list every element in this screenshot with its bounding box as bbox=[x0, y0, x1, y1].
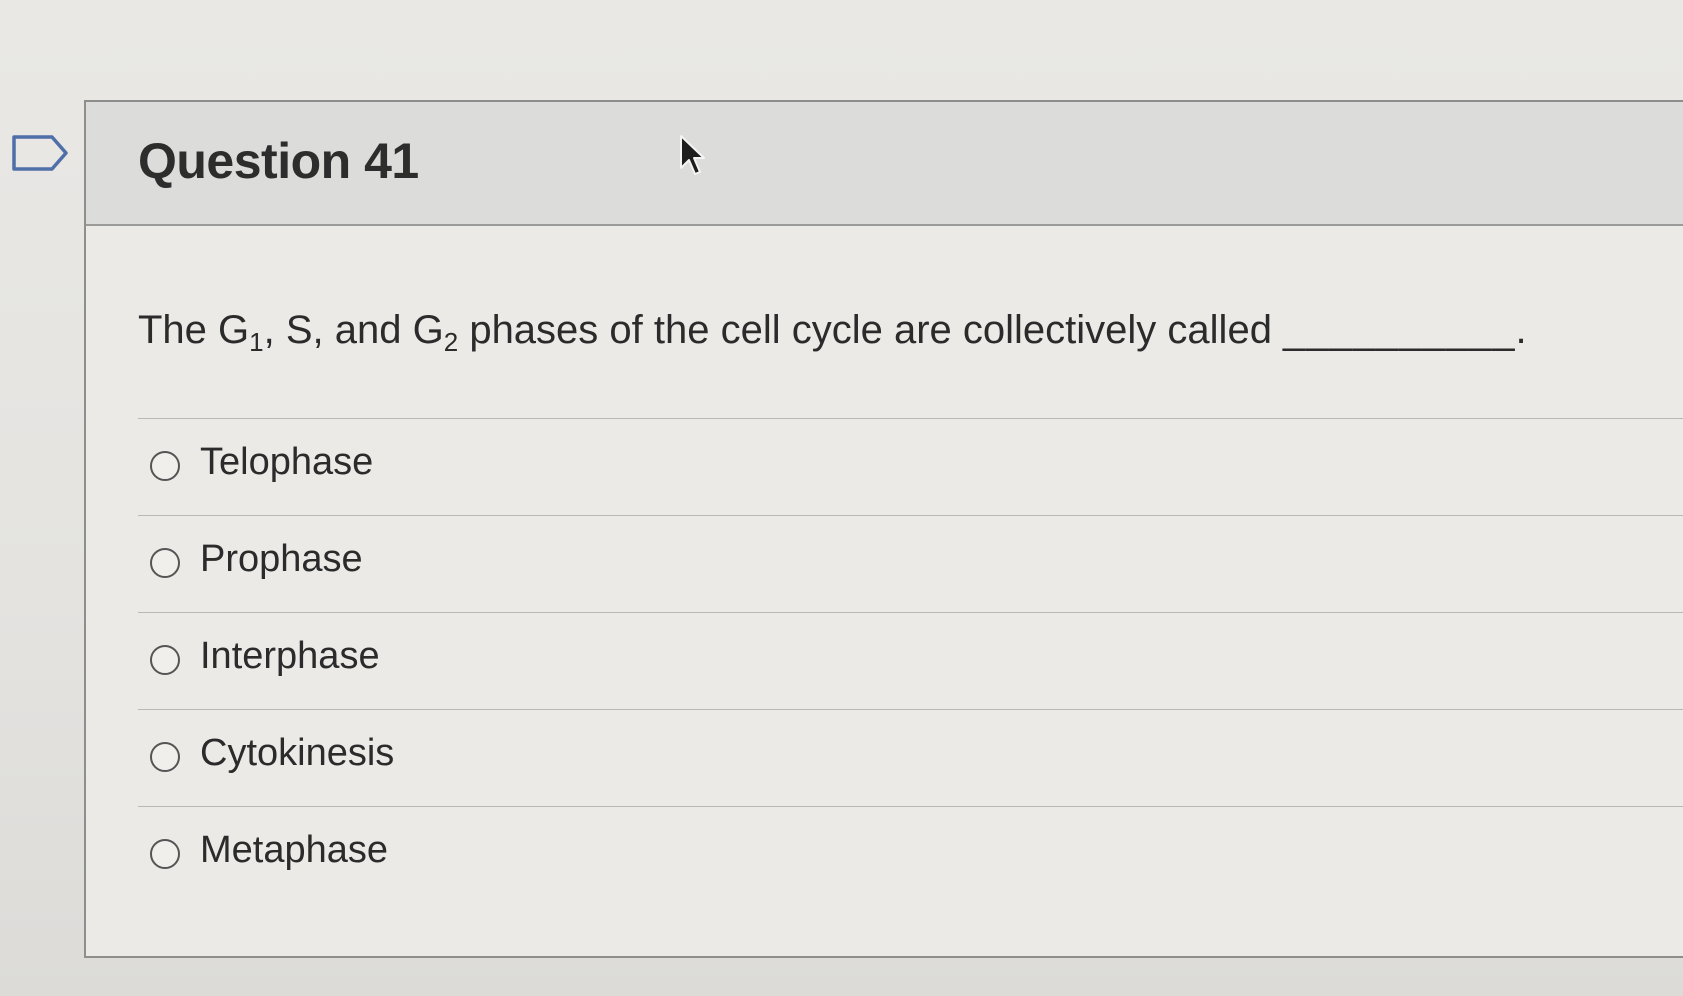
radio-button[interactable] bbox=[150, 742, 180, 772]
question-text-part3: phases of the cell cycle are collectivel… bbox=[458, 308, 1284, 352]
flag-icon[interactable] bbox=[12, 135, 70, 171]
answer-label[interactable]: Prophase bbox=[200, 538, 363, 581]
subscript-1: 1 bbox=[249, 327, 264, 357]
answer-label[interactable]: Cytokinesis bbox=[200, 732, 394, 775]
answer-list: Telophase Prophase Interphase Cytokinesi… bbox=[138, 418, 1683, 903]
question-text-part2: , S, and G bbox=[263, 308, 444, 352]
answer-option-cytokinesis[interactable]: Cytokinesis bbox=[138, 709, 1683, 806]
answer-label[interactable]: Metaphase bbox=[200, 829, 388, 872]
radio-button[interactable] bbox=[150, 839, 180, 869]
answer-label[interactable]: Telophase bbox=[200, 441, 373, 484]
radio-button[interactable] bbox=[150, 548, 180, 578]
radio-button[interactable] bbox=[150, 451, 180, 481]
question-header: Question 41 bbox=[86, 102, 1683, 226]
subscript-2: 2 bbox=[443, 327, 459, 357]
question-period: . bbox=[1515, 308, 1527, 352]
radio-button[interactable] bbox=[150, 645, 180, 675]
question-text: The G1, S, and G2 phases of the cell cyc… bbox=[138, 308, 1527, 358]
answer-label[interactable]: Interphase bbox=[200, 635, 380, 678]
answer-option-telophase[interactable]: Telophase bbox=[138, 418, 1683, 515]
answer-option-prophase[interactable]: Prophase bbox=[138, 515, 1683, 612]
answer-option-metaphase[interactable]: Metaphase bbox=[138, 806, 1683, 903]
quiz-page: Question 41 The G1, S, and G2 phases of … bbox=[0, 0, 1683, 996]
question-title: Question 41 bbox=[138, 133, 419, 189]
answer-blank: __________ bbox=[1283, 308, 1516, 352]
answer-option-interphase[interactable]: Interphase bbox=[138, 612, 1683, 709]
cursor-arrow-icon bbox=[680, 135, 705, 175]
question-card: Question 41 The G1, S, and G2 phases of … bbox=[84, 100, 1683, 958]
question-text-part1: The G bbox=[138, 308, 250, 352]
